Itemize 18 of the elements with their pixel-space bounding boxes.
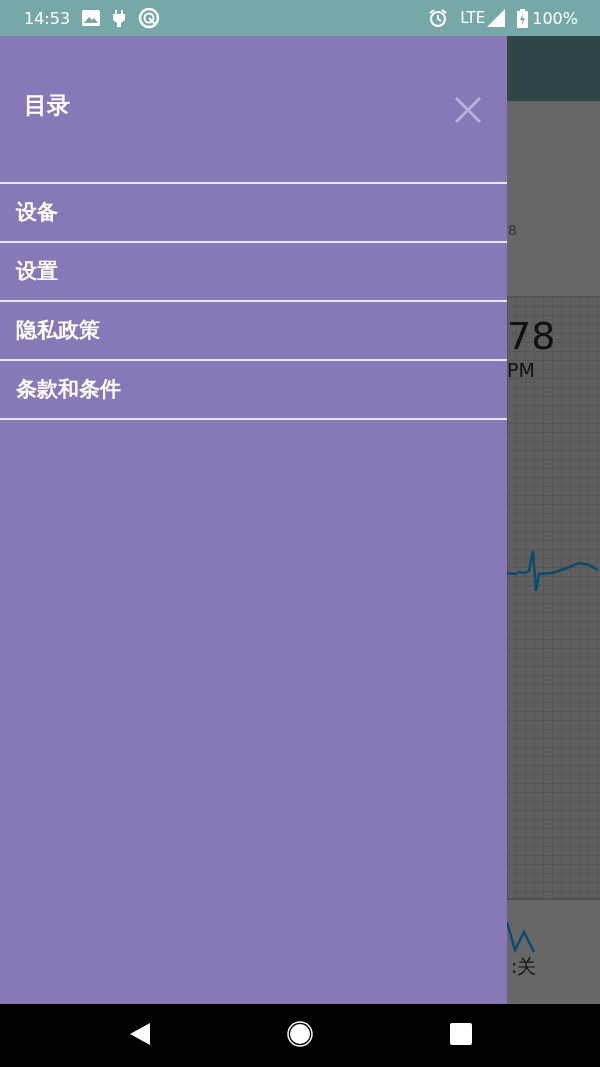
network-label: LTE <box>460 9 486 27</box>
clock-time: 14:53 <box>24 8 71 28</box>
heart-rate-unit: PM <box>507 359 536 381</box>
menu-item[interactable]: 条款和条件 <box>0 361 507 420</box>
drawer-title: 目录 <box>24 91 70 120</box>
image-icon <box>82 10 101 26</box>
battery-percentage: 100% <box>532 8 578 28</box>
signal-icon <box>487 9 506 27</box>
sync-icon <box>138 7 161 29</box>
battery-charging-icon <box>517 8 529 28</box>
wave-icon <box>507 920 537 954</box>
heart-rate-value: 78 <box>507 317 557 355</box>
plug-icon <box>112 8 127 28</box>
back-button[interactable] <box>128 1023 151 1048</box>
alarm-icon <box>428 8 449 28</box>
recents-button[interactable] <box>449 1023 472 1048</box>
status-fragment: :关 <box>511 954 538 979</box>
home-button[interactable] <box>287 1021 313 1050</box>
